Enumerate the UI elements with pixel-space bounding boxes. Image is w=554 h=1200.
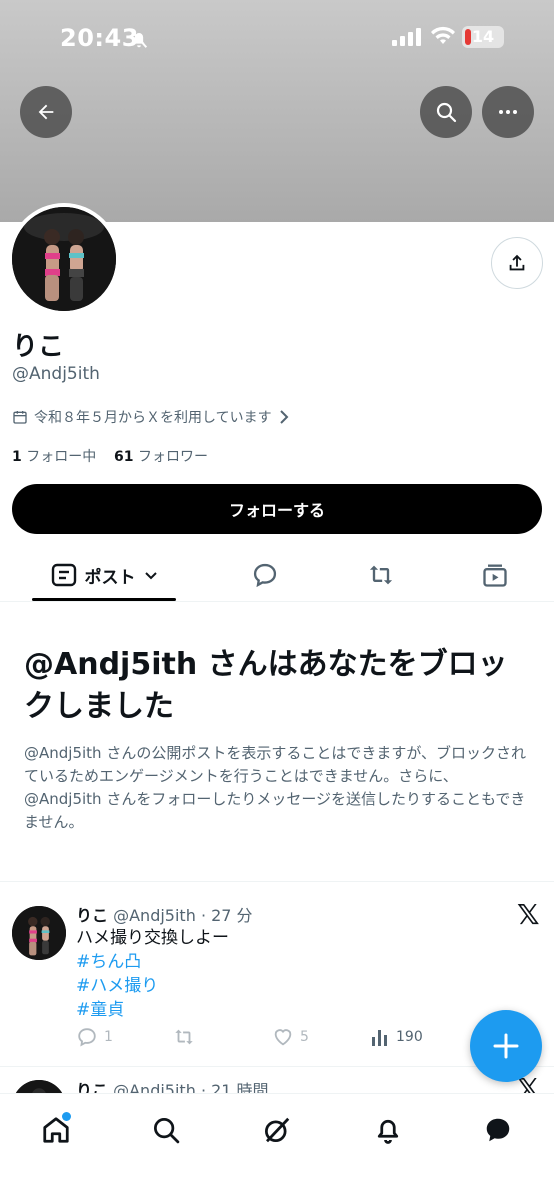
followers-count: 61	[114, 449, 134, 465]
back-arrow-icon	[38, 104, 54, 120]
reply-action[interactable]: 1	[76, 1026, 113, 1048]
profile-name: りこ	[12, 332, 65, 362]
divider	[0, 1066, 554, 1067]
chevron-down-icon	[144, 572, 157, 580]
profile-avatar[interactable]	[8, 203, 120, 315]
nav-search[interactable]	[146, 1110, 186, 1150]
following-label: フォロー中	[26, 449, 97, 465]
search-icon	[436, 102, 457, 123]
tweet-header: りこ @Andj5ith · 27 分	[76, 902, 253, 926]
media-icon	[483, 564, 507, 587]
bell-icon	[377, 1119, 399, 1144]
hashtag[interactable]: #ちん凸	[76, 950, 229, 974]
hashtag[interactable]: #童貞	[76, 998, 229, 1022]
joined-text: 令和８年５月からＸを利用しています	[34, 410, 272, 426]
tab-active-indicator	[32, 598, 176, 601]
tab-posts-label: ポスト	[84, 567, 136, 588]
repost-icon	[369, 565, 393, 585]
tweet-text: ハメ撮り交換しよー	[76, 928, 229, 948]
views-count: 190	[396, 1029, 423, 1045]
grok-icon	[265, 1117, 290, 1143]
tweet-actions: 1 5	[76, 1026, 516, 1052]
tweet-author-handle[interactable]: @Andj5ith	[113, 906, 196, 925]
search-button[interactable]	[420, 86, 472, 138]
x-logo-icon: 𝕏	[517, 898, 540, 931]
wifi-icon	[431, 26, 455, 44]
calendar-icon	[13, 411, 27, 424]
compose-button[interactable]	[470, 1010, 542, 1082]
tab-posts[interactable]: ポスト	[32, 548, 176, 602]
reply-count: 1	[104, 1029, 113, 1045]
status-bar: 20:43 14	[0, 0, 554, 76]
following-link[interactable]: 1 フォロー中	[12, 449, 96, 465]
bottom-nav	[0, 1093, 554, 1200]
search-icon	[154, 1118, 180, 1144]
like-icon	[274, 1029, 292, 1046]
messages-icon	[486, 1118, 510, 1142]
signal-icon	[392, 28, 421, 46]
avatar-image	[12, 207, 116, 311]
tweet-author-name[interactable]: りこ	[76, 906, 108, 925]
tweet-body: ハメ撮り交換しよー #ちん凸 #ハメ撮り #童貞	[76, 926, 229, 1022]
repost-icon	[175, 1029, 193, 1045]
nav-home[interactable]	[36, 1110, 76, 1150]
tab-media[interactable]	[470, 548, 520, 602]
following-count: 1	[12, 449, 22, 465]
follow-stats: 1 フォロー中 61 フォロワー	[12, 446, 208, 466]
bell-muted-icon	[130, 30, 148, 48]
tab-replies[interactable]	[240, 548, 290, 602]
like-count: 5	[300, 1029, 309, 1045]
share-button[interactable]	[491, 237, 543, 289]
tab-reposts[interactable]	[356, 548, 406, 602]
plus-icon	[493, 1033, 519, 1059]
views-icon	[372, 1030, 387, 1046]
back-button[interactable]	[20, 86, 72, 138]
posts-icon	[51, 563, 76, 587]
more-icon	[499, 110, 517, 114]
reply-icon	[78, 1028, 96, 1047]
follow-button[interactable]: フォローする	[12, 484, 542, 534]
nav-notifications[interactable]	[368, 1110, 408, 1150]
followers-label: フォロワー	[137, 449, 208, 465]
chevron-right-icon	[279, 410, 289, 424]
profile-tabs: ポスト	[0, 548, 554, 602]
followers-link[interactable]: 61 フォロワー	[114, 449, 208, 465]
tweet-time: · 27 分	[200, 906, 253, 925]
nav-grok[interactable]	[257, 1110, 297, 1150]
more-button[interactable]	[482, 86, 534, 138]
hashtag[interactable]: #ハメ撮り	[76, 974, 229, 998]
reply-icon	[253, 563, 277, 588]
repost-action[interactable]	[172, 1026, 196, 1048]
blocked-title: @Andj5ith さんはあなたをブロックしました	[24, 647, 508, 724]
divider	[0, 881, 554, 882]
joined-date[interactable]: 令和８年５月からＸを利用しています	[12, 407, 290, 427]
profile-handle: @Andj5ith	[12, 364, 100, 384]
nav-messages[interactable]	[478, 1110, 518, 1150]
like-action[interactable]: 5	[272, 1026, 309, 1048]
blocked-description: @Andj5ith さんの公開ポストを表示することはできますが、ブロックされてい…	[24, 744, 527, 831]
views-action[interactable]: 190	[370, 1027, 423, 1047]
share-icon	[509, 254, 525, 271]
tweet-avatar[interactable]	[12, 906, 66, 960]
battery-indicator: 14	[462, 26, 504, 48]
notification-dot	[62, 1112, 71, 1121]
